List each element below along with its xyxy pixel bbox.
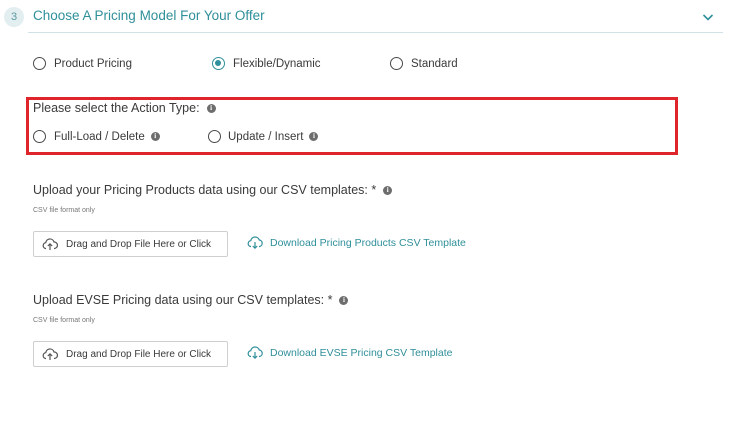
- cloud-upload-icon: [42, 238, 58, 250]
- radio-update-insert[interactable]: [208, 130, 221, 143]
- section-divider: [28, 32, 723, 33]
- pricing-option-standard[interactable]: Standard: [390, 57, 458, 70]
- evse-template-download-link[interactable]: Download EVSE Pricing CSV Template: [246, 345, 452, 360]
- products-upload-label: Upload your Pricing Products data using …: [33, 183, 377, 197]
- download-link-label: Download EVSE Pricing CSV Template: [270, 346, 453, 359]
- cloud-download-icon: [247, 236, 263, 250]
- info-icon[interactable]: i: [206, 103, 216, 113]
- radio-flexible-dynamic[interactable]: [212, 57, 225, 70]
- action-option-update-insert[interactable]: Update / Insert i: [208, 130, 319, 143]
- info-icon[interactable]: i: [339, 295, 349, 305]
- products-template-download-link[interactable]: Download Pricing Products CSV Template: [246, 235, 466, 250]
- cloud-upload-icon: [42, 348, 58, 360]
- pricing-option-product[interactable]: Product Pricing: [33, 57, 132, 70]
- radio-label: Standard: [411, 57, 458, 70]
- radio-product-pricing[interactable]: [33, 57, 46, 70]
- evse-upload-dropzone[interactable]: Drag and Drop File Here or Click: [33, 341, 228, 367]
- evse-upload-label: Upload EVSE Pricing data using our CSV t…: [33, 293, 333, 307]
- radio-standard[interactable]: [390, 57, 403, 70]
- action-option-full-load[interactable]: Full-Load / Delete i: [33, 130, 160, 143]
- radio-full-load-delete[interactable]: [33, 130, 46, 143]
- dropzone-label: Drag and Drop File Here or Click: [66, 348, 212, 360]
- chevron-down-icon[interactable]: [700, 9, 716, 25]
- radio-label: Full-Load / Delete: [54, 130, 145, 143]
- info-icon[interactable]: i: [383, 185, 393, 195]
- action-type-label: Please select the Action Type:: [33, 101, 200, 115]
- info-icon[interactable]: i: [150, 132, 160, 141]
- products-upload-dropzone[interactable]: Drag and Drop File Here or Click: [33, 231, 228, 257]
- evse-upload-heading: Upload EVSE Pricing data using our CSV t…: [33, 293, 349, 307]
- step-number-badge: 3: [4, 7, 24, 27]
- pricing-option-flexible[interactable]: Flexible/Dynamic: [212, 57, 321, 70]
- radio-label: Update / Insert: [228, 130, 304, 143]
- radio-label: Flexible/Dynamic: [233, 57, 321, 70]
- action-type-heading: Please select the Action Type: i: [33, 101, 216, 115]
- info-icon[interactable]: i: [309, 132, 319, 141]
- radio-label: Product Pricing: [54, 57, 132, 70]
- products-upload-heading: Upload your Pricing Products data using …: [33, 183, 393, 197]
- section-title[interactable]: Choose A Pricing Model For Your Offer: [33, 8, 265, 23]
- evse-upload-hint: CSV file format only: [33, 317, 95, 324]
- download-link-label: Download Pricing Products CSV Template: [270, 236, 466, 249]
- products-upload-hint: CSV file format only: [33, 207, 95, 214]
- dropzone-label: Drag and Drop File Here or Click: [66, 238, 212, 250]
- cloud-download-icon: [247, 346, 263, 360]
